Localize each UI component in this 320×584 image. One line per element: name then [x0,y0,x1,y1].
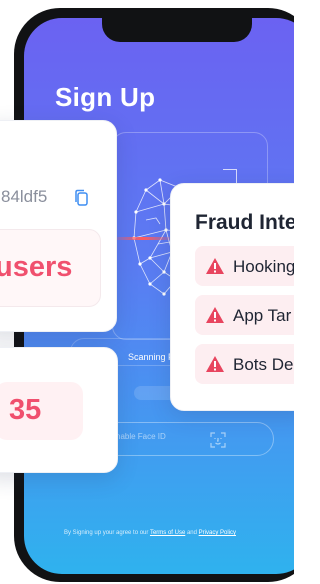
device-id-text: 84ldf5 [1,187,48,206]
device-id-card: 84ldf5 users [0,120,117,332]
terms-prefix: By Signing up your agree to our [64,530,150,536]
count-value: 35 [9,394,42,426]
terms-text: By Signing up your agree to our Terms of… [64,530,294,536]
fraud-item-label: Hooking [233,257,294,276]
stage: Sign Up Scanning Fa nable Face ID By Sig… [0,0,294,584]
scan-corner-marker [223,169,237,183]
fraud-item-hooking: Hooking [195,246,294,286]
fraud-item-bots-detected: Bots De [195,344,294,384]
privacy-policy-link[interactable]: Privacy Policy [199,530,236,536]
fraud-card-title: Fraud Inte [195,211,294,234]
warning-icon [206,307,224,323]
warning-icon [206,258,224,274]
terms-mid: and [185,530,199,536]
warning-icon [206,356,224,372]
page-title: Sign Up [55,82,156,112]
fraud-item-label: Bots De [233,355,294,374]
terms-of-use-link[interactable]: Terms of Use [150,530,185,536]
scan-line [110,237,176,240]
phone-notch [102,18,252,42]
fraud-item-app-tampering: App Tar [195,295,294,335]
face-scan-icon [210,432,226,448]
count-card: 35 [0,347,118,473]
users-label: users [0,251,73,283]
fraud-intelligence-card: Fraud Inte Hooking App Tar Bots De [170,183,294,411]
enable-faceid-label: nable Face ID [116,432,166,441]
fraud-item-label: App Tar [233,306,292,325]
copy-icon[interactable] [73,189,89,207]
